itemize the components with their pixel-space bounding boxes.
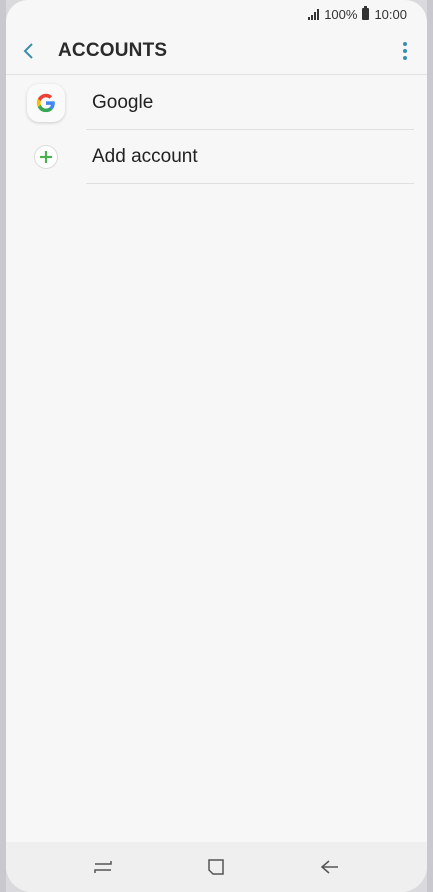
divider (86, 183, 414, 184)
list-item-label: Add account (92, 146, 198, 167)
back-nav-button[interactable] (310, 847, 350, 887)
battery-icon (362, 6, 370, 20)
list-item-add-account[interactable]: Add account (6, 130, 427, 184)
phone-screen: 100% 10:00 ACCOUNTS Google Add account (6, 0, 427, 892)
navigation-bar (6, 842, 427, 892)
signal-icon (308, 8, 320, 20)
back-arrow-icon (23, 43, 33, 59)
accounts-list: Google Add account (6, 76, 427, 184)
screen-edge-right (427, 0, 433, 892)
home-icon (208, 859, 225, 875)
app-bar: ACCOUNTS (6, 28, 427, 75)
more-options-button[interactable] (383, 28, 427, 75)
back-button[interactable] (6, 28, 50, 75)
page-title: ACCOUNTS (58, 40, 168, 61)
list-item-label: Google (92, 92, 154, 113)
home-button[interactable] (196, 847, 236, 887)
clock: 10:00 (374, 6, 407, 22)
battery-percent: 100% (324, 6, 358, 22)
item-icon-wrap (6, 76, 86, 130)
plus-icon (34, 145, 58, 169)
google-icon (27, 84, 65, 122)
recent-apps-icon (94, 861, 112, 873)
more-options-icon (403, 42, 407, 60)
list-item-google[interactable]: Google (6, 76, 427, 130)
status-bar: 100% 10:00 (6, 0, 427, 28)
back-icon (320, 860, 339, 874)
item-icon-wrap (6, 130, 86, 184)
recent-apps-button[interactable] (83, 847, 123, 887)
